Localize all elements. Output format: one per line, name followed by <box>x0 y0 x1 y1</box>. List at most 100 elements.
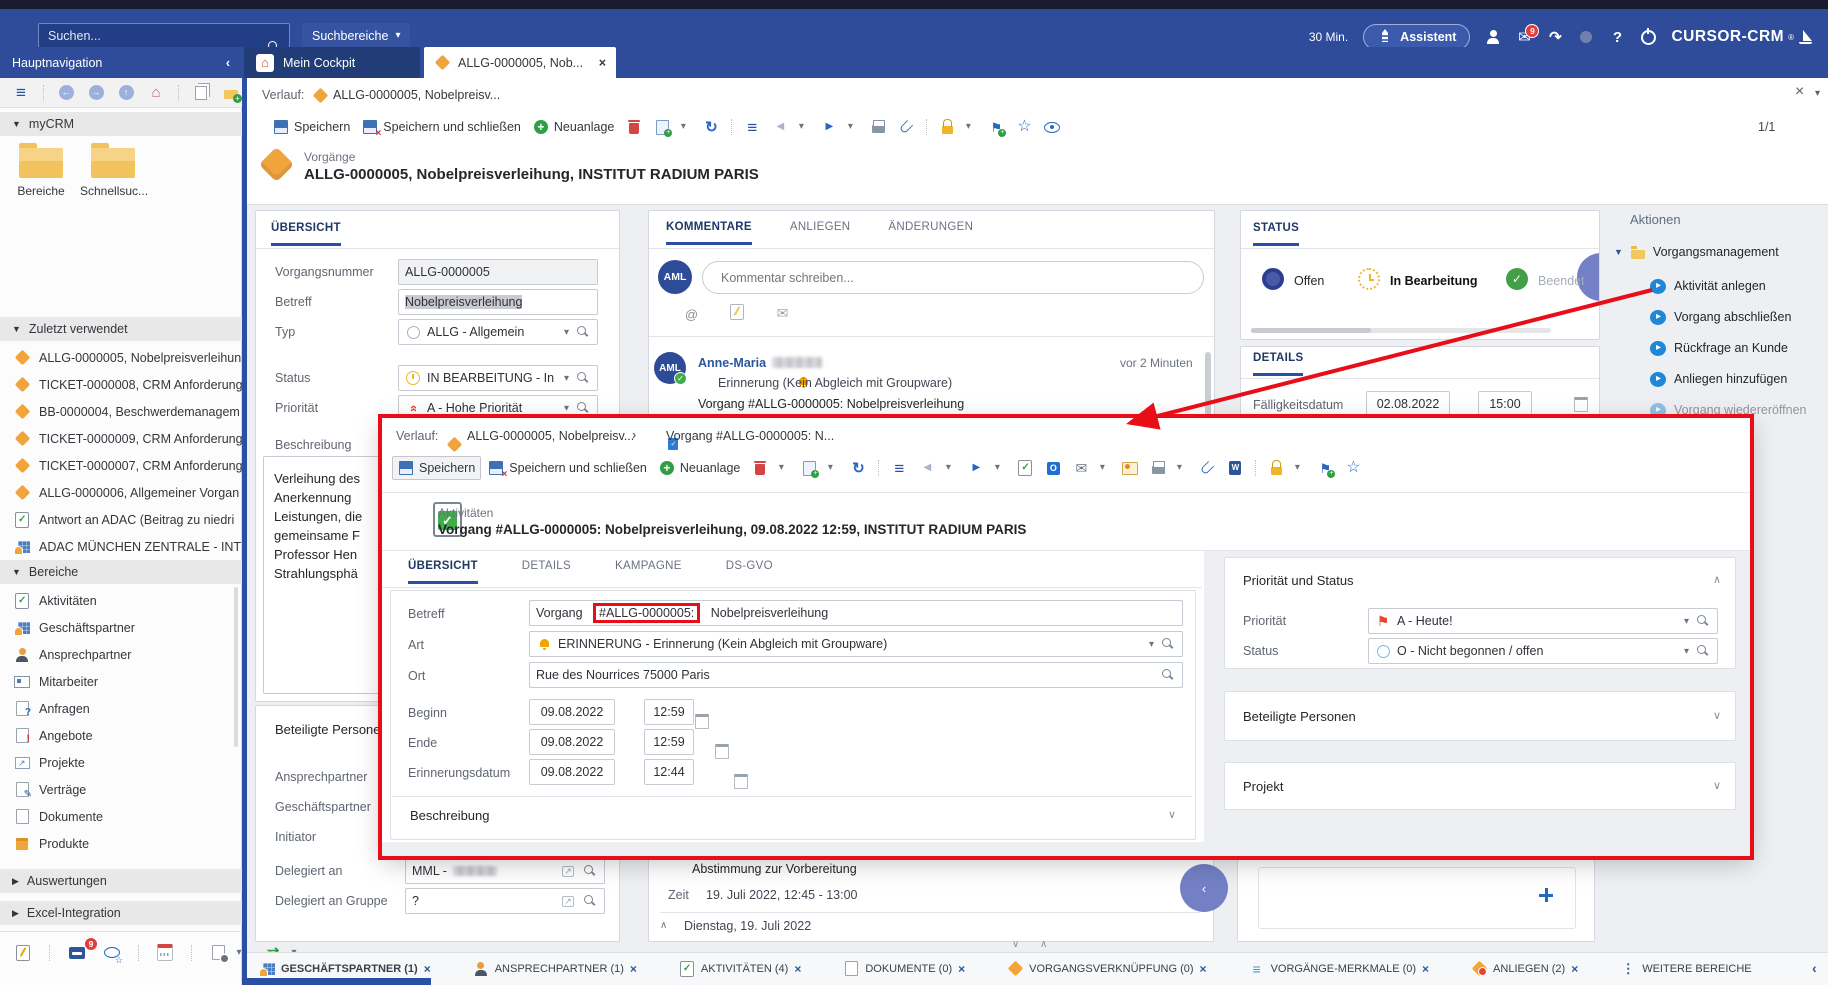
close-tab-icon[interactable]: × <box>1200 962 1207 976</box>
kommentar-input[interactable] <box>702 261 1204 294</box>
breadcrumb[interactable]: ALLG-0000005, Nobelpreisv... <box>333 88 500 102</box>
sidebar-item-ticket-0000009-crm-anforderung[interactable]: TICKET-0000009, CRM Anforderung <box>0 425 242 452</box>
user-icon[interactable] <box>1485 29 1501 45</box>
neuanlage-button[interactable]: Neuanlage <box>654 457 745 479</box>
eye-star-button[interactable] <box>99 942 125 964</box>
sidebar-item-verträge[interactable]: Verträge <box>0 776 242 803</box>
tri-left-button[interactable] <box>914 457 961 479</box>
scroll-tabs-icon[interactable]: ‹ <box>1812 960 1817 976</box>
person-card-button[interactable] <box>1117 457 1143 479</box>
sidebar-item-aktivitäten[interactable]: Aktivitäten <box>0 587 242 614</box>
folder-bereiche[interactable]: Bereiche <box>10 148 72 198</box>
sidebar-item-allg-0000005-nobelpreisverleihun[interactable]: ALLG-0000005, Nobelpreisverleihun <box>0 344 242 371</box>
due-time-field[interactable]: 15:00 <box>1478 391 1532 417</box>
erinnerung-date-field[interactable]: 09.08.2022 <box>529 759 615 785</box>
bottom-tab-weitere-bereiche[interactable]: WEITERE BEREICHE <box>1620 961 1751 977</box>
status-in-bearbeitung-icon[interactable] <box>1358 268 1380 290</box>
sidebar-scrollbar[interactable] <box>234 587 238 747</box>
close-tab-icon[interactable]: × <box>630 962 637 976</box>
section-mycrm[interactable]: ▼ myCRM <box>0 112 242 136</box>
paperclip-button[interactable] <box>1194 457 1220 479</box>
close-tab-icon[interactable]: × <box>1422 962 1429 976</box>
bottom-tab-geschäftspartner-1[interactable]: GESCHÄFTSPARTNER (1)× <box>259 961 431 977</box>
mention-icon[interactable] <box>683 306 699 322</box>
chevron-down-icon[interactable]: ∨ <box>1713 779 1721 792</box>
refresh-button[interactable] <box>698 116 724 138</box>
sidebar-divider[interactable] <box>242 78 247 985</box>
action-aktivität-anlegen[interactable]: Aktivität anlegen <box>1650 278 1766 294</box>
bottom-tab-dokumente-0[interactable]: DOKUMENTE (0)× <box>843 961 965 977</box>
erinnerung-time-field[interactable]: 12:44 <box>644 759 694 785</box>
tri-right-button[interactable] <box>816 116 863 138</box>
calendar-icon[interactable] <box>714 743 730 759</box>
speichern-button[interactable]: Speichern <box>392 456 481 480</box>
bottom-tab-ansprechpartner-1[interactable]: ANSPRECHPARTNER (1)× <box>473 961 637 977</box>
chevron-down-icon[interactable]: ▾ <box>1684 616 1689 627</box>
sidebar-item-bb-0000004-beschwerdemanagem[interactable]: BB-0000004, Beschwerdemanagem <box>0 398 242 425</box>
sidebar-item-ticket-0000008-crm-anforderung[interactable]: TICKET-0000008, CRM Anforderung <box>0 371 242 398</box>
action-anliegen-hinzufügen[interactable]: Anliegen hinzufügen <box>1650 371 1787 387</box>
bottom-tab-vorgangsverknüpfung-0[interactable]: VORGANGSVERKNÜPFUNG (0)× <box>1007 961 1206 977</box>
tab-vorgang[interactable]: ALLG-0000005, Nob... × <box>424 47 616 78</box>
note-icon[interactable] <box>729 304 745 320</box>
due-date-field[interactable]: 02.08.2022 <box>1366 391 1450 417</box>
search-icon[interactable] <box>1160 667 1176 683</box>
lock-button[interactable] <box>1263 457 1310 479</box>
sidebar-item-angebote[interactable]: Angebote <box>0 722 242 749</box>
tab-uebersicht[interactable]: ÜBERSICHT <box>271 222 341 246</box>
printer-button[interactable] <box>865 116 891 138</box>
sidebar-item-adac-münchen-zentrale-inte[interactable]: ADAC MÜNCHEN ZENTRALE - INTE <box>0 533 242 560</box>
eye-button[interactable] <box>1039 116 1065 138</box>
betreff-field[interactable]: Nobelpreisverleihung <box>398 289 598 315</box>
circ-back-button[interactable] <box>53 82 79 104</box>
doc-plus-button[interactable] <box>649 116 696 138</box>
trash-button[interactable] <box>621 116 647 138</box>
chevron-up-icon[interactable]: ∧ <box>1713 573 1721 586</box>
open-record-icon[interactable] <box>560 893 576 909</box>
tab-kommentare[interactable]: KOMMENTARE <box>666 221 752 245</box>
search-input[interactable] <box>38 23 290 48</box>
bottom-tab-vorgänge-merkmale-0[interactable]: VORGÄNGE-MERKMALE (0)× <box>1249 961 1429 977</box>
search-icon[interactable] <box>575 324 591 340</box>
sidebar-item-anfragen[interactable]: Anfragen <box>0 695 242 722</box>
collapse-icon[interactable]: ∧ <box>1040 939 1047 950</box>
sidebar-item-ansprechpartner[interactable]: Ansprechpartner <box>0 641 242 668</box>
tab-anliegen[interactable]: ANLIEGEN <box>790 221 851 245</box>
beteiligte-personen-panel[interactable]: Beteiligte Personen ∨ <box>1224 691 1736 741</box>
ort-field[interactable]: Rue des Nourrices 75000 Paris <box>529 662 1183 688</box>
wdoc-button[interactable] <box>1222 457 1248 479</box>
circ-up-button[interactable] <box>113 82 139 104</box>
clipcheck-button[interactable] <box>1012 457 1038 479</box>
breadcrumb-item[interactable]: Vorgang #ALLG-0000005: N... <box>666 429 834 443</box>
search-icon[interactable] <box>1695 643 1711 659</box>
aktionen-folder[interactable]: ▼ Vorgangsmanagement <box>1614 244 1779 260</box>
speichern-und-schließen-button[interactable]: Speichern und schließen <box>483 457 652 479</box>
calendar-button[interactable] <box>152 942 178 964</box>
mail-button[interactable] <box>1068 457 1115 479</box>
move-icon[interactable] <box>1538 887 1554 903</box>
tab-details[interactable]: DETAILS <box>522 560 571 584</box>
menu-button[interactable] <box>8 82 34 104</box>
tab-ds-gvo[interactable]: DS-GVO <box>726 560 773 584</box>
help-icon[interactable] <box>1609 29 1625 45</box>
beginn-date-field[interactable]: 09.08.2022 <box>529 699 615 725</box>
close-tab-icon[interactable]: × <box>599 56 606 70</box>
calendar-icon[interactable] <box>1573 396 1589 412</box>
chevron-down-icon[interactable]: ▾ <box>1815 88 1820 99</box>
search-icon[interactable] <box>575 400 591 416</box>
printer-button[interactable] <box>1145 457 1192 479</box>
tri-left-button[interactable] <box>767 116 814 138</box>
chevron-down-icon[interactable]: ▾ <box>1149 639 1154 650</box>
tri-right-button[interactable] <box>963 457 1010 479</box>
ende-time-field[interactable]: 12:59 <box>644 729 694 755</box>
sidebar-item-projekte[interactable]: Projekte <box>0 749 242 776</box>
flag-plus-button[interactable] <box>983 116 1009 138</box>
sidebar-item-ticket-0000007-crm-anforderung[interactable]: TICKET-0000007, CRM Anforderung <box>0 452 242 479</box>
close-tab-icon[interactable]: × <box>794 962 801 976</box>
panel-nav-handle[interactable]: ‹ <box>1180 864 1228 912</box>
delegiert-an-gruppe-field[interactable]: ? <box>405 888 605 914</box>
chevron-down-icon[interactable]: ▾ <box>564 373 569 384</box>
collapse-day-icon[interactable]: ∧ <box>660 920 667 931</box>
expand-icon[interactable]: ∨ <box>1012 939 1019 950</box>
tab-änderungen[interactable]: ÄNDERUNGEN <box>888 221 973 245</box>
